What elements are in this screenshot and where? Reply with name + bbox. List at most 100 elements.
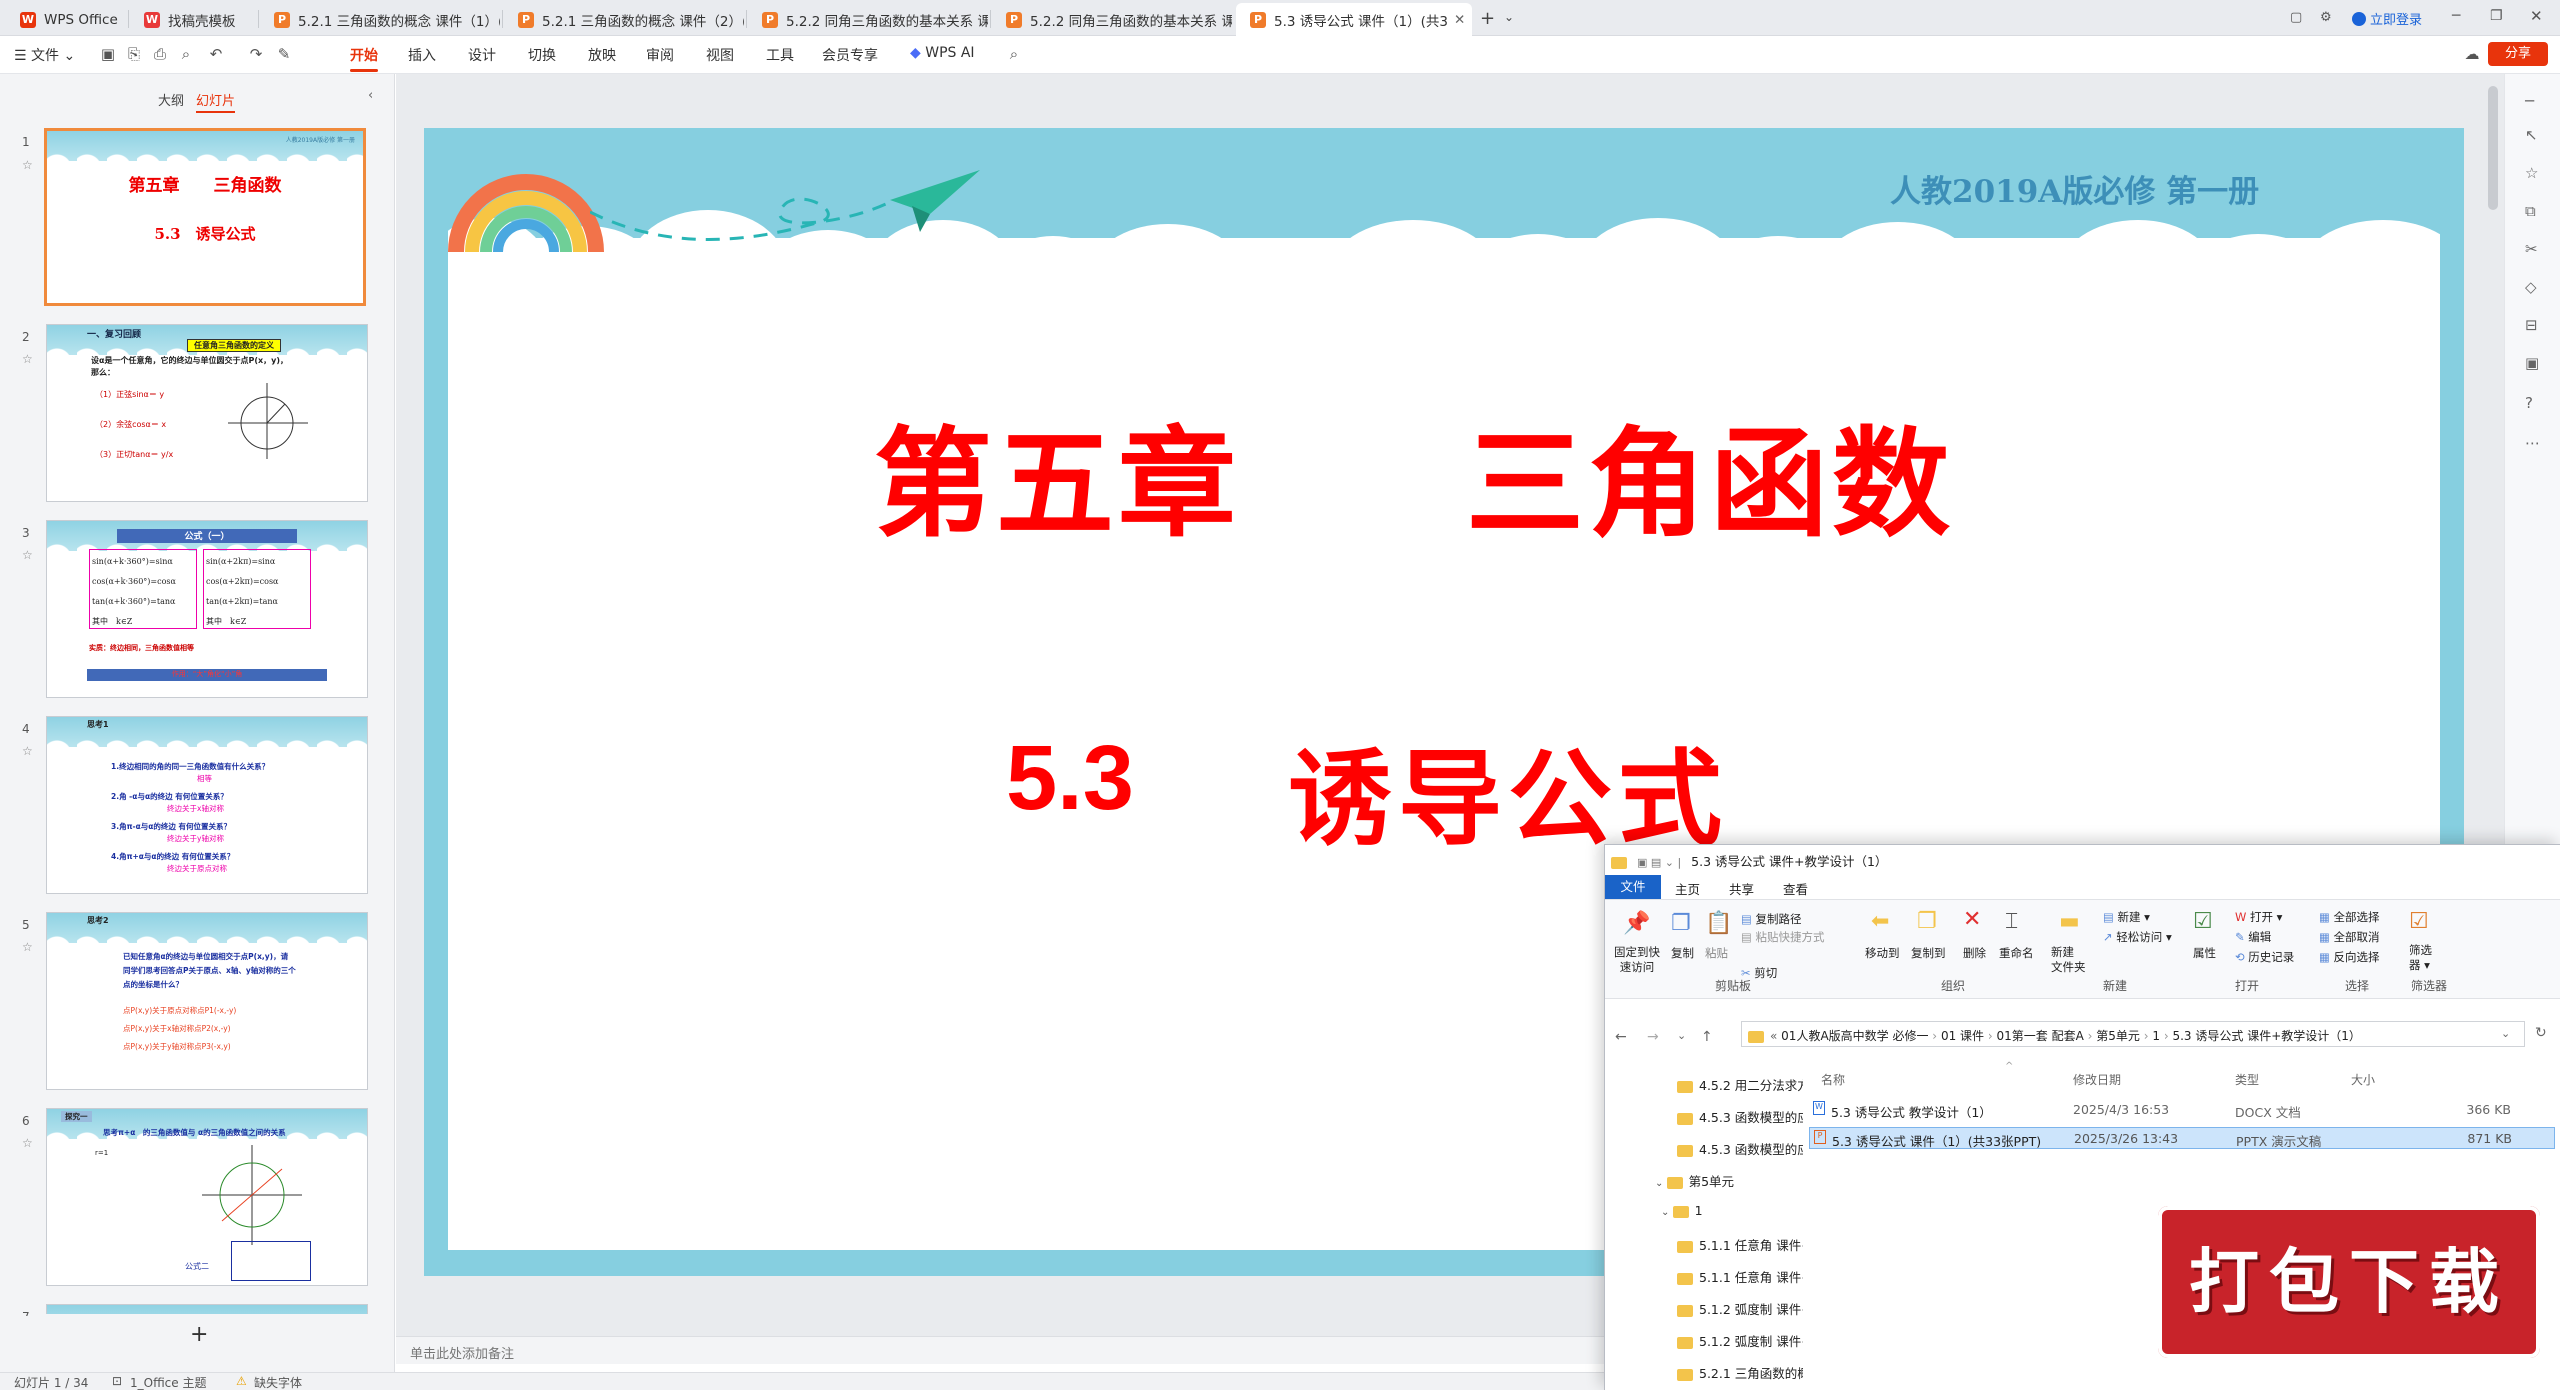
- address-dropdown-icon[interactable]: ⌄: [2501, 1027, 2510, 1040]
- menu-home[interactable]: 主页: [1675, 879, 1700, 898]
- tab-template[interactable]: W 找稿壳模板: [130, 3, 258, 36]
- outline-tab[interactable]: 大纲: [158, 90, 184, 109]
- login-button[interactable]: 立即登录: [2352, 9, 2422, 28]
- pin-quick-access-button[interactable]: 固定到快 速访问: [1609, 945, 1665, 975]
- theme-name[interactable]: 1_Office 主题: [130, 1374, 206, 1390]
- new-folder-button[interactable]: 新建 文件夹: [2051, 945, 2086, 975]
- slides-tab[interactable]: 幻灯片: [196, 90, 236, 113]
- copy-to-button[interactable]: 复制到: [1911, 945, 1946, 961]
- tree-item[interactable]: 5.1.2 弧度制 课件+教学设计（1: [1677, 1299, 1803, 1318]
- refresh-icon[interactable]: ↻: [2535, 1025, 2547, 1041]
- up-icon[interactable]: ↑: [1701, 1029, 1713, 1045]
- add-slide-button[interactable]: +: [190, 1322, 208, 1347]
- tab-start[interactable]: 开始: [350, 45, 378, 72]
- file-row[interactable]: W 5.3 诱导公式 教学设计（1） 2025/4/3 16:53 DOCX 文…: [1809, 1099, 2555, 1121]
- new-tab-plus-icon[interactable]: +: [1480, 8, 1495, 29]
- shape-icon[interactable]: ◇: [2525, 278, 2537, 296]
- select-icon[interactable]: ↖: [2525, 126, 2538, 144]
- tab-insert[interactable]: 插入: [408, 45, 436, 65]
- redo-icon[interactable]: ↷: [246, 44, 266, 64]
- tree-item[interactable]: 4.5.3 函数模型的应用 课件+教学: [1677, 1107, 1803, 1126]
- collapse-icon[interactable]: ─: [2525, 92, 2534, 110]
- close-icon[interactable]: ✕: [1454, 12, 1465, 28]
- slide-thumbnail-7[interactable]: [46, 1304, 368, 1314]
- cloud-icon[interactable]: ☁: [2462, 44, 2482, 64]
- tab-transition[interactable]: 切换: [528, 45, 556, 65]
- slide-thumbnail-4[interactable]: 思考1 1.终边相同的角的同一三角函数值有什么关系？ 相等 2.角 -α与α的终…: [46, 716, 368, 894]
- missing-font[interactable]: 缺失字体: [254, 1374, 302, 1390]
- rename-button[interactable]: 重命名: [1999, 945, 2034, 961]
- menu-file[interactable]: 文件: [1605, 875, 1661, 899]
- tree-item[interactable]: ⌄ 第5单元: [1655, 1171, 1734, 1190]
- properties-button[interactable]: 属性: [2193, 945, 2216, 961]
- tab-slideshow[interactable]: 放映: [588, 45, 616, 65]
- slide-thumbnail-2[interactable]: 一、复习回顾 任意角三角函数的定义 设α是一个任意角，它的终边与单位圆交于点P(…: [46, 324, 368, 502]
- easy-access-button[interactable]: ↗ 轻松访问 ▾: [2103, 929, 2172, 945]
- slide-thumbnail-3[interactable]: 公式（一） sin(α+k·360°)=sinα cos(α+k·360°)=co…: [46, 520, 368, 698]
- delete-button[interactable]: 删除: [1963, 945, 1986, 961]
- preview-icon[interactable]: ⌕: [176, 44, 196, 64]
- col-date[interactable]: 修改日期: [2073, 1071, 2121, 1088]
- tree-item[interactable]: 5.2.1 三角函数的概念 课件+教学: [1677, 1363, 1803, 1382]
- search-icon[interactable]: ⌕: [1004, 44, 1024, 64]
- col-name[interactable]: 名称: [1821, 1071, 1845, 1088]
- print-icon[interactable]: ⎙: [150, 44, 170, 64]
- star-icon[interactable]: ☆: [22, 940, 33, 954]
- tab-doc-3[interactable]: P 5.2.1 三角函数的概念 课件（1）(共: [260, 3, 500, 36]
- save-icon[interactable]: ▣: [98, 44, 118, 64]
- maximize-icon[interactable]: ❐: [2490, 8, 2503, 24]
- history-button[interactable]: ⟲ 历史记录: [2235, 949, 2294, 965]
- share-button[interactable]: 分享: [2488, 42, 2548, 66]
- copy-path-button[interactable]: ▤ 复制路径: [1741, 911, 1802, 927]
- file-menu[interactable]: ☰ 文件 ⌄: [14, 45, 75, 65]
- help-icon[interactable]: ?: [2525, 394, 2533, 412]
- star-icon[interactable]: ☆: [22, 1136, 33, 1150]
- tree-item[interactable]: ⌄ 1: [1661, 1203, 1703, 1218]
- tree-item[interactable]: 5.1.2 弧度制 课件+教学设计（2: [1677, 1331, 1803, 1350]
- star-icon[interactable]: ☆: [22, 744, 33, 758]
- undo-icon[interactable]: ↶: [206, 44, 226, 64]
- slide-thumbnail-6[interactable]: 探究一 思考π+α 的三角函数值与 α的三角函数值之间的关系 r=1 公式二: [46, 1108, 368, 1286]
- animation-icon[interactable]: ▣: [2525, 354, 2539, 372]
- tree-item[interactable]: 5.1.1 任意角 课件+教学设计（1: [1677, 1235, 1803, 1254]
- layers-icon[interactable]: ⧉: [2525, 202, 2536, 220]
- copy-button[interactable]: 复制: [1671, 945, 1694, 961]
- menu-share[interactable]: 共享: [1729, 879, 1754, 898]
- recent-chevron-icon[interactable]: ⌄: [1677, 1029, 1686, 1042]
- move-to-button[interactable]: 移动到: [1865, 945, 1900, 961]
- window-list-icon[interactable]: ▢: [2290, 10, 2302, 25]
- download-badge[interactable]: 打包下载: [2158, 1206, 2540, 1358]
- col-size[interactable]: 大小: [2351, 1071, 2375, 1088]
- star-icon[interactable]: ☆: [2525, 164, 2538, 182]
- star-icon[interactable]: ☆: [22, 352, 33, 366]
- col-type[interactable]: 类型: [2235, 1071, 2259, 1088]
- tab-wps-office[interactable]: W WPS Office: [6, 3, 126, 36]
- address-bar[interactable]: « 01人教A版高中数学 必修一 › 01 课件 › 01第一套 配套A › 第…: [1741, 1021, 2525, 1047]
- notes-pane[interactable]: 单击此处添加备注: [396, 1336, 1606, 1364]
- chevron-down-icon[interactable]: ⌄: [1504, 10, 1514, 24]
- paste-shortcut-button[interactable]: ▤ 粘贴快捷方式: [1741, 929, 1825, 945]
- tab-design[interactable]: 设计: [468, 45, 496, 65]
- slide-thumbnail-1[interactable]: 人教2019A版必修 第一册 第五章 三角函数 5.3 诱导公式: [44, 128, 366, 306]
- menu-view[interactable]: 查看: [1783, 879, 1808, 898]
- edit-button[interactable]: ✎ 编辑: [2235, 929, 2271, 945]
- format-painter-icon[interactable]: ✎: [274, 44, 294, 64]
- format-icon[interactable]: ⊟: [2525, 316, 2538, 334]
- select-none-button[interactable]: ▦ 全部取消: [2319, 929, 2380, 945]
- star-icon[interactable]: ☆: [22, 158, 33, 172]
- vertical-scrollbar[interactable]: [2488, 86, 2498, 210]
- tab-doc-4[interactable]: P 5.2.1 三角函数的概念 课件（2）(共: [504, 3, 744, 36]
- quick-access-icon[interactable]: ▣ ▤ ⌄ |: [1637, 856, 1681, 869]
- file-row-selected[interactable]: P 5.3 诱导公式 课件（1）(共33张PPT) 2025/3/26 13:4…: [1809, 1127, 2555, 1149]
- tab-doc-5[interactable]: P 5.2.2 同角三角函数的基本关系 课件: [748, 3, 988, 36]
- minimize-icon[interactable]: ─: [2452, 8, 2460, 24]
- tab-view[interactable]: 视图: [706, 45, 734, 65]
- invert-selection-button[interactable]: ▦ 反向选择: [2319, 949, 2380, 965]
- skin-icon[interactable]: ⚙: [2320, 10, 2332, 25]
- tree-item[interactable]: 4.5.3 函数模型的应用 课件+教学: [1677, 1139, 1803, 1158]
- tab-wps-ai[interactable]: ◆ WPS AI: [910, 45, 975, 61]
- paste-button[interactable]: 粘贴: [1705, 945, 1728, 961]
- tab-doc-6[interactable]: P 5.2.2 同角三角函数的基本关系 课件: [992, 3, 1232, 36]
- collapse-panel-icon[interactable]: ‹: [368, 88, 373, 103]
- window-close-icon[interactable]: ✕: [2530, 7, 2543, 25]
